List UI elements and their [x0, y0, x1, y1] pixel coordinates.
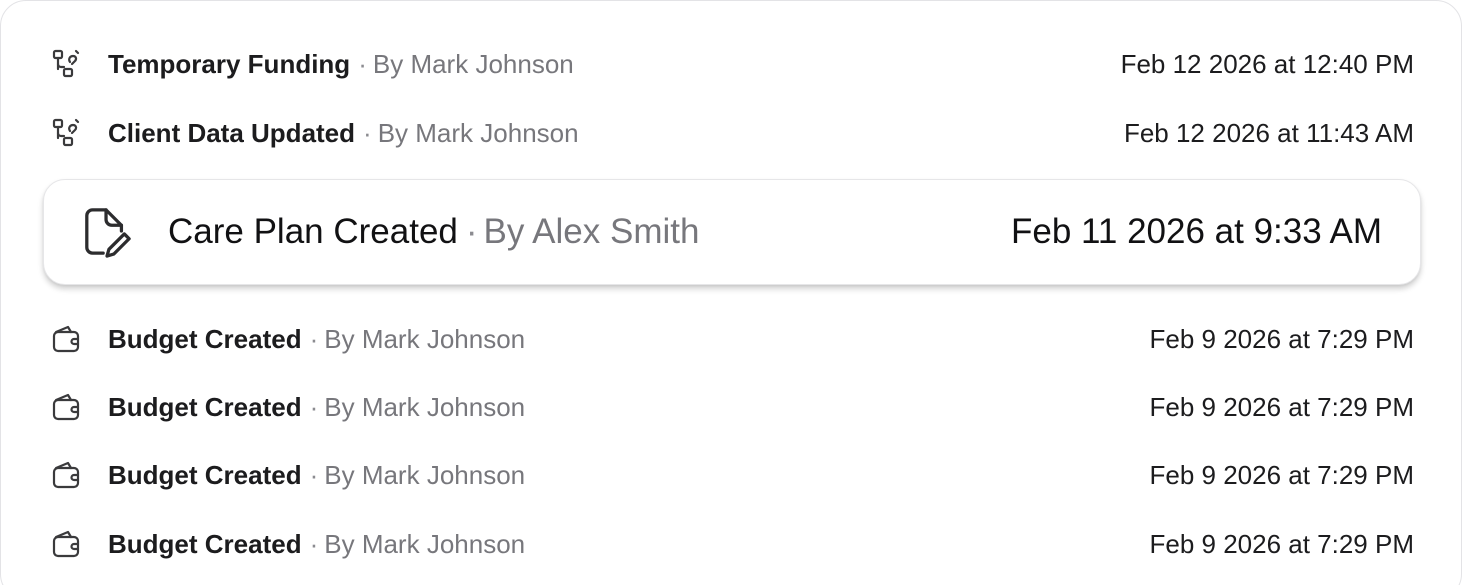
activity-date: Feb 12 2026 at 12:40 PM [1120, 48, 1414, 79]
activity-row-client-data-updated[interactable]: Client Data Updated · By Mark Johnson Fe… [49, 113, 1414, 153]
activity-log-panel: Temporary Funding · By Mark Johnson Feb … [0, 0, 1462, 585]
separator: · [309, 528, 319, 559]
activity-title: Care Plan Created [168, 212, 458, 251]
separator: · [363, 117, 372, 148]
activity-title: Budget Created [108, 391, 302, 422]
activity-date: Feb 9 2026 at 7:29 PM [1149, 528, 1414, 559]
workflow-icon [49, 115, 85, 151]
activity-row-budget-created[interactable]: Budget Created · By Mark Johnson Feb 9 2… [49, 524, 1414, 564]
activity-author: By Mark Johnson [324, 528, 526, 559]
activity-author: By Mark Johnson [377, 117, 579, 148]
workflow-icon [49, 46, 85, 82]
wallet-icon [49, 457, 85, 493]
separator: · [358, 48, 367, 79]
document-edit-icon [82, 204, 132, 260]
separator: · [309, 323, 319, 354]
activity-row-budget-created[interactable]: Budget Created · By Mark Johnson Feb 9 2… [49, 387, 1414, 427]
activity-title: Budget Created [108, 323, 302, 354]
activity-author: By Mark Johnson [324, 459, 526, 490]
activity-date: Feb 9 2026 at 7:29 PM [1149, 459, 1414, 490]
activity-row-care-plan-created[interactable]: Care Plan Created · By Alex Smith Feb 11… [43, 179, 1421, 285]
activity-date: Feb 9 2026 at 7:29 PM [1149, 323, 1414, 354]
separator: · [309, 391, 319, 422]
activity-row-temporary-funding[interactable]: Temporary Funding · By Mark Johnson Feb … [49, 44, 1414, 84]
activity-title: Budget Created [108, 459, 302, 490]
activity-date: Feb 9 2026 at 7:29 PM [1149, 391, 1414, 422]
activity-date: Feb 11 2026 at 9:33 AM [1010, 212, 1382, 251]
activity-title: Temporary Funding [108, 48, 351, 79]
activity-date: Feb 12 2026 at 11:43 AM [1123, 117, 1414, 148]
activity-row-budget-created[interactable]: Budget Created · By Mark Johnson Feb 9 2… [49, 455, 1414, 495]
separator: · [309, 459, 319, 490]
activity-author: By Mark Johnson [372, 48, 574, 79]
activity-title: Client Data Updated [108, 117, 356, 148]
activity-author: By Alex Smith [483, 212, 700, 251]
separator: · [465, 212, 478, 251]
wallet-icon [49, 321, 85, 357]
activity-row-budget-created[interactable]: Budget Created · By Mark Johnson Feb 9 2… [49, 319, 1414, 359]
wallet-icon [49, 526, 85, 562]
activity-author: By Mark Johnson [324, 323, 526, 354]
activity-title: Budget Created [108, 528, 302, 559]
activity-author: By Mark Johnson [324, 391, 526, 422]
wallet-icon [49, 389, 85, 425]
